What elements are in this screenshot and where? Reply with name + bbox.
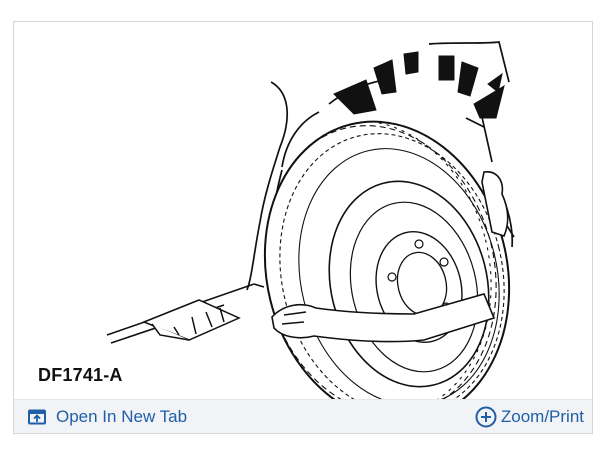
zoom-plus-icon xyxy=(475,406,497,428)
figure-image: DF1741-A xyxy=(14,22,592,400)
open-new-tab-label: Open In New Tab xyxy=(56,406,188,426)
zoom-print-button[interactable]: Zoom/Print xyxy=(475,400,584,433)
open-in-new-tab-icon xyxy=(28,409,46,425)
wheel-chock xyxy=(141,299,241,341)
figure-toolbar: Open In New Tab Zoom/Print xyxy=(14,399,592,433)
figure-label: DF1741-A xyxy=(38,365,123,385)
zoom-print-label: Zoom/Print xyxy=(500,406,584,426)
open-new-tab-button[interactable]: Open In New Tab xyxy=(28,400,187,433)
motion-arrows xyxy=(333,51,505,119)
figure-card: DF1741-A Open In New Tab Zoom/Print xyxy=(13,21,593,434)
wheel-tire-illustration xyxy=(106,41,515,400)
tire xyxy=(252,120,511,400)
